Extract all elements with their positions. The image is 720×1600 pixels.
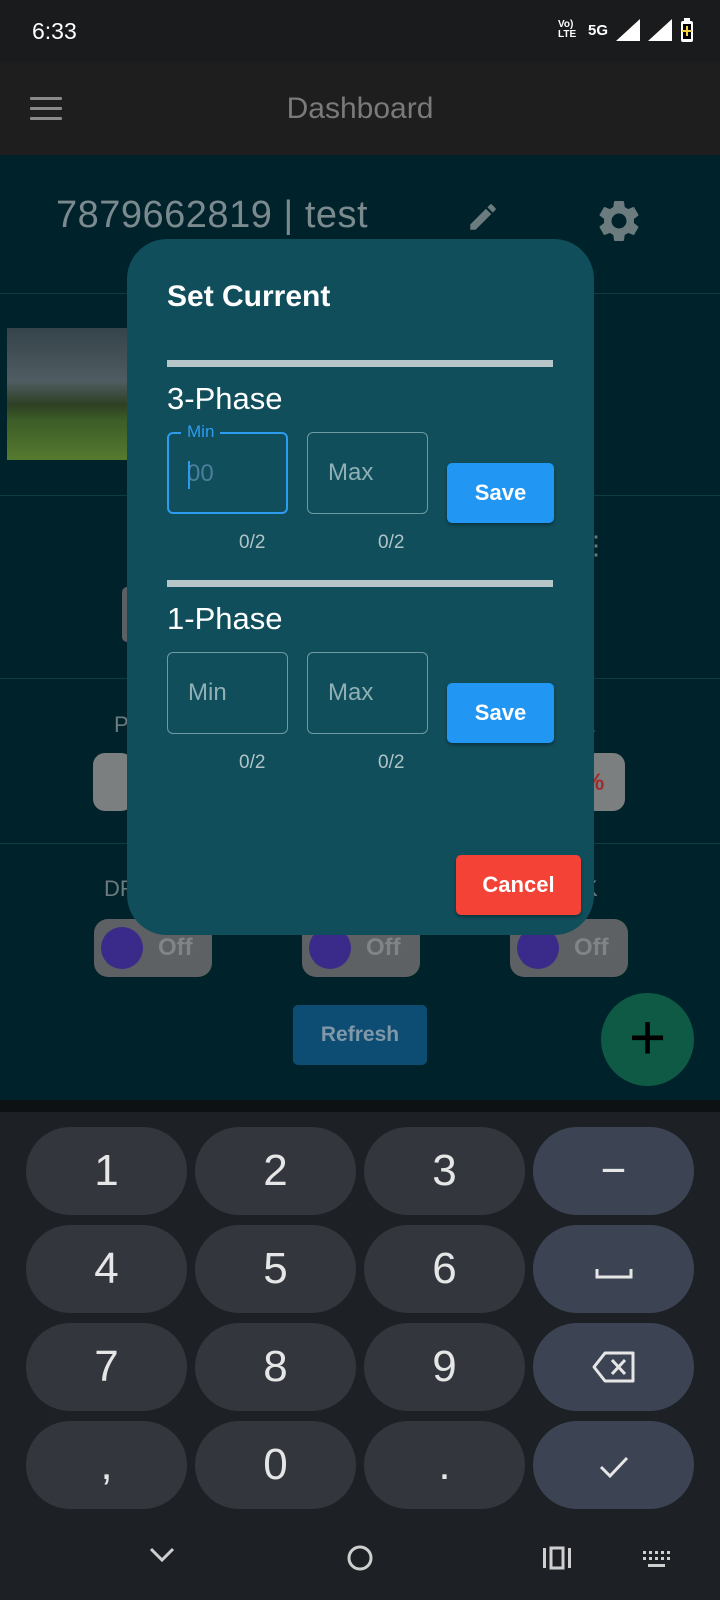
- one-phase-min-input[interactable]: Min: [167, 652, 288, 734]
- min-field-value: 00: [187, 460, 214, 487]
- three-phase-title: 3-Phase: [167, 381, 283, 416]
- key-9[interactable]: 9: [364, 1323, 525, 1411]
- plus-icon: +: [628, 1001, 667, 1073]
- toggle-label: Off: [574, 934, 609, 961]
- check-icon: [599, 1456, 628, 1479]
- max-placeholder: Max: [328, 459, 374, 486]
- key-7[interactable]: 7: [26, 1323, 187, 1411]
- min-char-counter: 0/2: [239, 752, 266, 773]
- set-current-dialog: [127, 239, 594, 935]
- max-char-counter: 0/2: [378, 532, 405, 553]
- key-0[interactable]: 0: [195, 1421, 356, 1509]
- edit-icon[interactable]: [466, 200, 500, 239]
- one-phase-title: 1-Phase: [167, 601, 283, 636]
- add-button[interactable]: +: [601, 993, 694, 1086]
- key-5[interactable]: 5: [195, 1225, 356, 1313]
- one-phase-max-input[interactable]: Max: [307, 652, 428, 734]
- max-placeholder: Max: [328, 679, 374, 706]
- key-6[interactable]: 6: [364, 1225, 525, 1313]
- key-comma[interactable]: ,: [26, 1421, 187, 1509]
- gear-icon[interactable]: [594, 196, 644, 251]
- min-field-label: Min: [181, 422, 221, 442]
- one-phase-save-button[interactable]: Save: [447, 683, 554, 743]
- network-5g-icon: 5G: [587, 21, 608, 39]
- min-char-counter: 0/2: [239, 532, 266, 553]
- home-icon[interactable]: [346, 1544, 374, 1577]
- refresh-button[interactable]: Refresh: [293, 1005, 427, 1065]
- key-1[interactable]: 1: [26, 1127, 187, 1215]
- three-phase-min-input[interactable]: Min 00: [167, 422, 288, 514]
- key-period[interactable]: .: [364, 1421, 525, 1509]
- status-icons: Vo) LTE 5G: [558, 18, 694, 42]
- min-placeholder: Min: [188, 679, 227, 706]
- device-image: [7, 328, 137, 460]
- status-time: 6:33: [32, 18, 77, 44]
- app-title: Dashboard: [286, 92, 434, 125]
- space-key[interactable]: [533, 1225, 694, 1313]
- volte-icon: Vo) LTE: [557, 19, 577, 40]
- recents-icon[interactable]: [542, 1546, 572, 1575]
- key-3[interactable]: 3: [364, 1127, 525, 1215]
- toggle-knob: [101, 927, 143, 969]
- signal-icon: [616, 19, 640, 41]
- toggle-label: Off: [366, 934, 401, 961]
- device-header: 7879662819 | test: [56, 194, 369, 236]
- max-char-counter: 0/2: [378, 752, 405, 773]
- key-4[interactable]: 4: [26, 1225, 187, 1313]
- battery-icon: [681, 18, 693, 42]
- backspace-icon: [592, 1351, 634, 1383]
- toggle-label: Off: [158, 934, 193, 961]
- space-icon: [595, 1269, 632, 1279]
- cancel-button[interactable]: Cancel: [456, 855, 581, 915]
- signal-icon-2: [648, 19, 672, 41]
- key-8[interactable]: 8: [195, 1323, 356, 1411]
- backspace-key[interactable]: [533, 1323, 694, 1411]
- section-divider: [167, 360, 553, 367]
- three-phase-max-input[interactable]: Max: [307, 432, 428, 514]
- key-2[interactable]: 2: [195, 1127, 356, 1215]
- dialog-title: Set Current: [167, 280, 331, 313]
- keyboard-switch-icon[interactable]: [642, 1550, 670, 1575]
- done-key[interactable]: [533, 1421, 694, 1509]
- text-cursor: [188, 461, 190, 489]
- key-minus[interactable]: −: [533, 1127, 694, 1215]
- section-divider: [167, 580, 553, 587]
- three-phase-save-button[interactable]: Save: [447, 463, 554, 523]
- chevron-down-icon[interactable]: [148, 1546, 176, 1569]
